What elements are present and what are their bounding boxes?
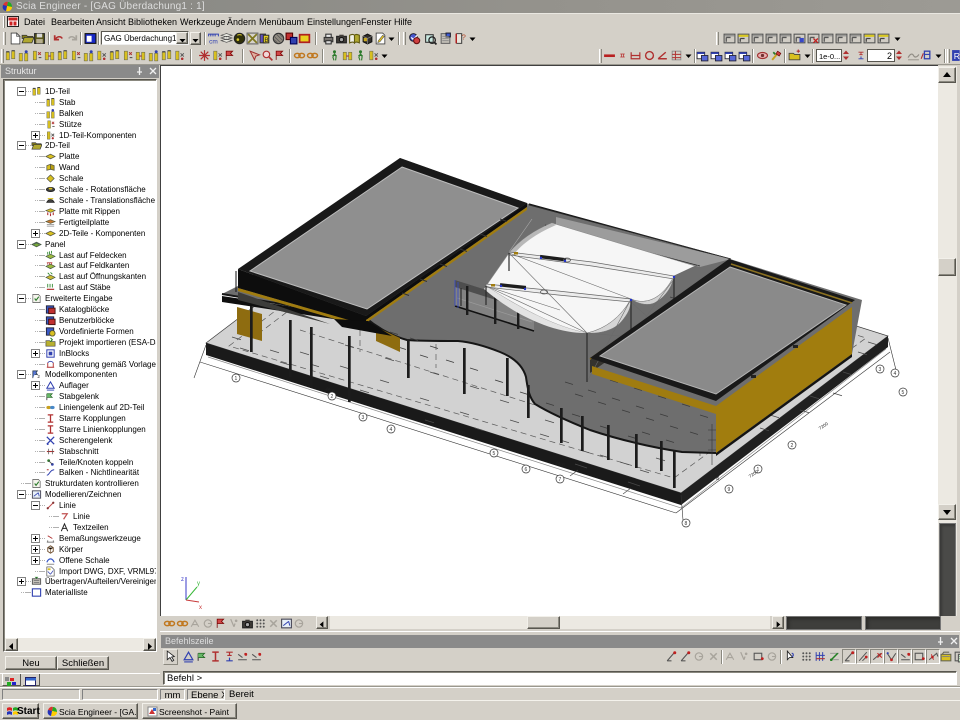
svg-text:R: R xyxy=(954,51,960,61)
svg-text:3: 3 xyxy=(879,367,882,373)
svg-text:x: x xyxy=(199,605,202,611)
svg-text:1500: 1500 xyxy=(715,470,720,481)
svg-text:z: z xyxy=(181,577,184,583)
svg-text:2: 2 xyxy=(37,374,40,379)
svg-text:2: 2 xyxy=(791,443,794,449)
svg-text:7200: 7200 xyxy=(818,421,830,431)
svg-text:y: y xyxy=(197,581,200,587)
svg-text:4: 4 xyxy=(894,371,897,377)
svg-text:9: 9 xyxy=(728,487,731,493)
svg-text:2: 2 xyxy=(331,394,334,400)
svg-text:5: 5 xyxy=(902,390,905,396)
svg-text:B: B xyxy=(264,37,268,44)
svg-text:7: 7 xyxy=(559,477,562,483)
svg-text:1: 1 xyxy=(235,376,238,382)
svg-text:?: ? xyxy=(462,33,466,42)
svg-text:6: 6 xyxy=(525,467,528,473)
svg-text:5: 5 xyxy=(493,451,496,457)
svg-text:cm: cm xyxy=(209,38,218,45)
svg-text:4: 4 xyxy=(390,427,393,433)
svg-text:3: 3 xyxy=(362,415,365,421)
svg-text:8: 8 xyxy=(685,521,688,527)
